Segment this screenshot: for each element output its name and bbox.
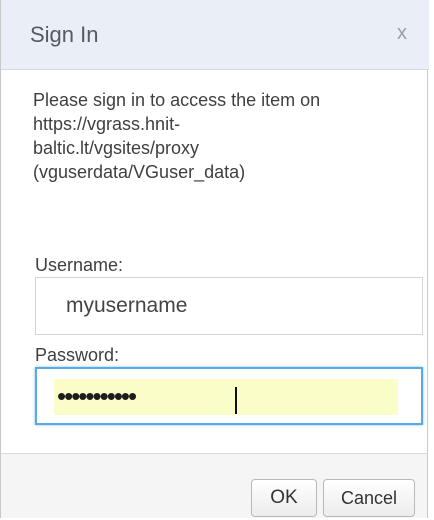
sign-in-dialog: Sign In x Please sign in to access the i…: [0, 0, 429, 518]
password-label: Password:: [35, 345, 120, 365]
close-icon[interactable]: x: [391, 21, 413, 45]
cancel-button[interactable]: Cancel: [323, 479, 415, 517]
sign-in-message: Please sign in to access the item on htt…: [33, 90, 321, 182]
password-mask: •••••••••••: [57, 381, 137, 411]
username-label: Username:: [35, 255, 124, 275]
password-input[interactable]: •••••••••••: [35, 367, 423, 425]
text-caret: [235, 387, 237, 414]
ok-button[interactable]: OK: [251, 479, 317, 517]
dialog-footer: OK Cancel: [1, 453, 427, 518]
username-input[interactable]: [35, 277, 423, 335]
dialog-titlebar: Sign In x: [1, 0, 429, 70]
dialog-title: Sign In: [30, 22, 99, 47]
